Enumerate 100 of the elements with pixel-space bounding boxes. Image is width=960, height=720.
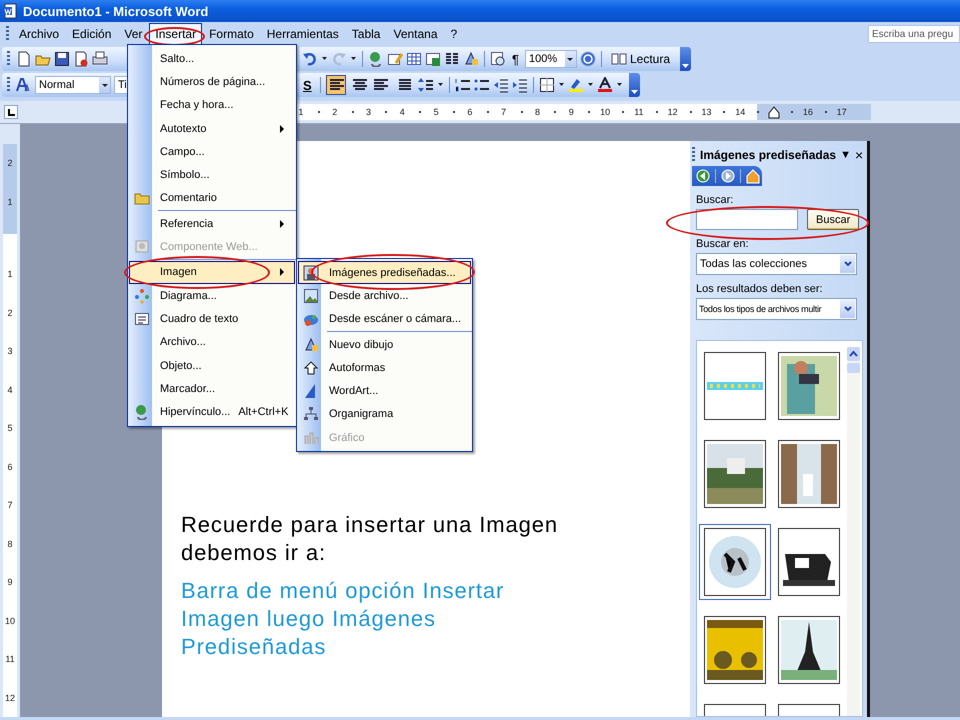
- menu-item[interactable]: Campo...: [129, 140, 295, 164]
- clipart-thumbnail[interactable]: [704, 440, 766, 508]
- undo-icon[interactable]: [302, 51, 318, 67]
- close-button[interactable]: ×: [854, 147, 864, 163]
- menu-item[interactable]: Marcador...: [129, 377, 295, 400]
- pane-menu-button[interactable]: ▼: [840, 149, 851, 161]
- search-field[interactable]: [696, 209, 798, 230]
- ruler-number: 5: [434, 107, 439, 117]
- globe-link-icon[interactable]: [368, 51, 384, 67]
- menu-item[interactable]: Diagrama...: [129, 284, 295, 308]
- indent-marker-icon[interactable]: [766, 104, 782, 120]
- dropdown-caret-icon: [102, 84, 108, 86]
- align-center-icon: [350, 77, 367, 93]
- menu-bar-item[interactable]: Ver: [118, 23, 148, 45]
- menu-item[interactable]: Objeto...: [129, 354, 295, 378]
- highlight-icon[interactable]: [568, 77, 584, 93]
- table-icon[interactable]: [406, 51, 422, 67]
- text-align-left-button[interactable]: [326, 75, 346, 95]
- menu-item[interactable]: WordArt...: [298, 379, 471, 403]
- tab-stop-button[interactable]: [4, 105, 18, 119]
- menu-item[interactable]: Fecha y hora...: [129, 94, 295, 117]
- menu-bar-item[interactable]: ?: [444, 23, 464, 45]
- ruler-number: 12: [4, 692, 15, 703]
- back-icon[interactable]: [696, 169, 710, 185]
- columns-icon[interactable]: [444, 51, 460, 67]
- clipart-thumbnail[interactable]: [778, 352, 840, 420]
- menu-item[interactable]: Archivo...: [129, 330, 295, 354]
- clipart-thumbnail[interactable]: [778, 616, 840, 684]
- show-marks-button[interactable]: ¶: [509, 52, 522, 66]
- menu-bar-item[interactable]: Tabla: [346, 23, 386, 45]
- toolbar-options-button[interactable]: [628, 73, 640, 97]
- table-pencil-icon[interactable]: [387, 51, 403, 67]
- styles-icon[interactable]: [16, 77, 32, 93]
- media-types-dropdown[interactable]: Todos los tipos de archivos multir: [696, 298, 857, 320]
- help-search-field[interactable]: Escriba una pregu: [868, 25, 960, 43]
- ruler-number: 7: [7, 500, 12, 510]
- drawing-icon[interactable]: [463, 51, 479, 67]
- reading-button[interactable]: Lectura: [606, 51, 674, 67]
- menu-bar-item[interactable]: Formato: [203, 23, 260, 45]
- collections-dropdown[interactable]: Todas las colecciones: [696, 253, 857, 275]
- clipart-thumbnail[interactable]: [704, 528, 766, 596]
- menu-item[interactable]: Organigrama: [298, 402, 471, 426]
- document-map-icon[interactable]: [490, 51, 506, 67]
- paragraph: Recuerde para insertar una Imagen debemos ir a:: [181, 511, 560, 567]
- window-title: Documento1 - Microsoft Word: [23, 4, 208, 18]
- shadow-button[interactable]: S: [300, 78, 315, 92]
- globe-link-icon: [134, 404, 150, 420]
- ruler-number: 8: [534, 107, 540, 117]
- font-color-icon[interactable]: [596, 77, 613, 93]
- ruler-number: 17: [836, 107, 847, 117]
- document-app-icon: [3, 3, 19, 19]
- menu-item[interactable]: Imagen: [129, 260, 295, 284]
- picture-icon: [303, 288, 319, 304]
- menu-item[interactable]: Salto...: [129, 47, 295, 70]
- permission-icon[interactable]: [73, 51, 89, 67]
- ruler-number: 2: [7, 158, 12, 168]
- clipart-thumbnail[interactable]: [704, 616, 766, 684]
- menu-bar-item[interactable]: Edición: [66, 23, 118, 45]
- menu-item[interactable]: Desde archivo...: [298, 284, 471, 308]
- menu-bar-item[interactable]: Ventana: [387, 23, 444, 45]
- new-document-icon[interactable]: [16, 51, 32, 67]
- help-icon[interactable]: [580, 51, 596, 67]
- menu-item[interactable]: Autotexto: [129, 116, 295, 140]
- menu-bar-item[interactable]: Herramientas: [260, 23, 345, 45]
- clipart-thumbnail[interactable]: [704, 352, 766, 420]
- menu-item[interactable]: Referencia: [129, 212, 295, 236]
- menu-item[interactable]: Desde escáner o cámara...: [298, 308, 471, 331]
- menu-item[interactable]: Cuadro de texto: [129, 307, 295, 331]
- print-icon[interactable]: [92, 51, 108, 67]
- toolbar-options-button[interactable]: [680, 47, 692, 71]
- clipart-thumbnail[interactable]: [778, 440, 840, 508]
- menu-item[interactable]: Números de página...: [129, 70, 295, 94]
- home-icon[interactable]: [746, 169, 760, 185]
- borders-icon[interactable]: [538, 77, 555, 93]
- menu-item[interactable]: Imágenes prediseñadas...: [298, 261, 471, 284]
- menu-item[interactable]: Autoformas: [298, 356, 471, 380]
- zoom-dropdown[interactable]: 100%: [524, 50, 577, 68]
- increase-indent-icon[interactable]: [512, 77, 528, 93]
- menu-bar-item[interactable]: Archivo: [13, 23, 66, 45]
- ruler-number: 1: [298, 107, 304, 117]
- menu-item[interactable]: Comentario: [129, 186, 295, 210]
- clipart-thumbnail[interactable]: [778, 528, 840, 596]
- scrollbar[interactable]: [847, 347, 860, 716]
- spreadsheet-icon[interactable]: [425, 51, 441, 67]
- search-label: Buscar:: [696, 194, 734, 206]
- scrollbar-thumb[interactable]: [847, 363, 860, 373]
- ruler-number: 13: [701, 107, 712, 117]
- bullets-icon[interactable]: [474, 77, 490, 93]
- style-dropdown[interactable]: Normal: [35, 76, 111, 94]
- menu-item[interactable]: Nuevo dibujo: [298, 332, 471, 356]
- ruler-number: 6: [467, 107, 472, 117]
- numbering-icon[interactable]: [454, 77, 471, 93]
- search-button[interactable]: Buscar: [807, 209, 860, 230]
- menu-item[interactable]: Hipervínculo... Alt+Ctrl+K: [129, 400, 295, 424]
- decrease-indent-icon[interactable]: [492, 77, 509, 93]
- save-icon[interactable]: [54, 51, 70, 67]
- menu-item[interactable]: Símbolo...: [129, 163, 295, 187]
- ruler-number: 4: [7, 384, 12, 395]
- diagram-icon: [134, 288, 150, 304]
- line-spacing-icon[interactable]: [418, 77, 434, 93]
